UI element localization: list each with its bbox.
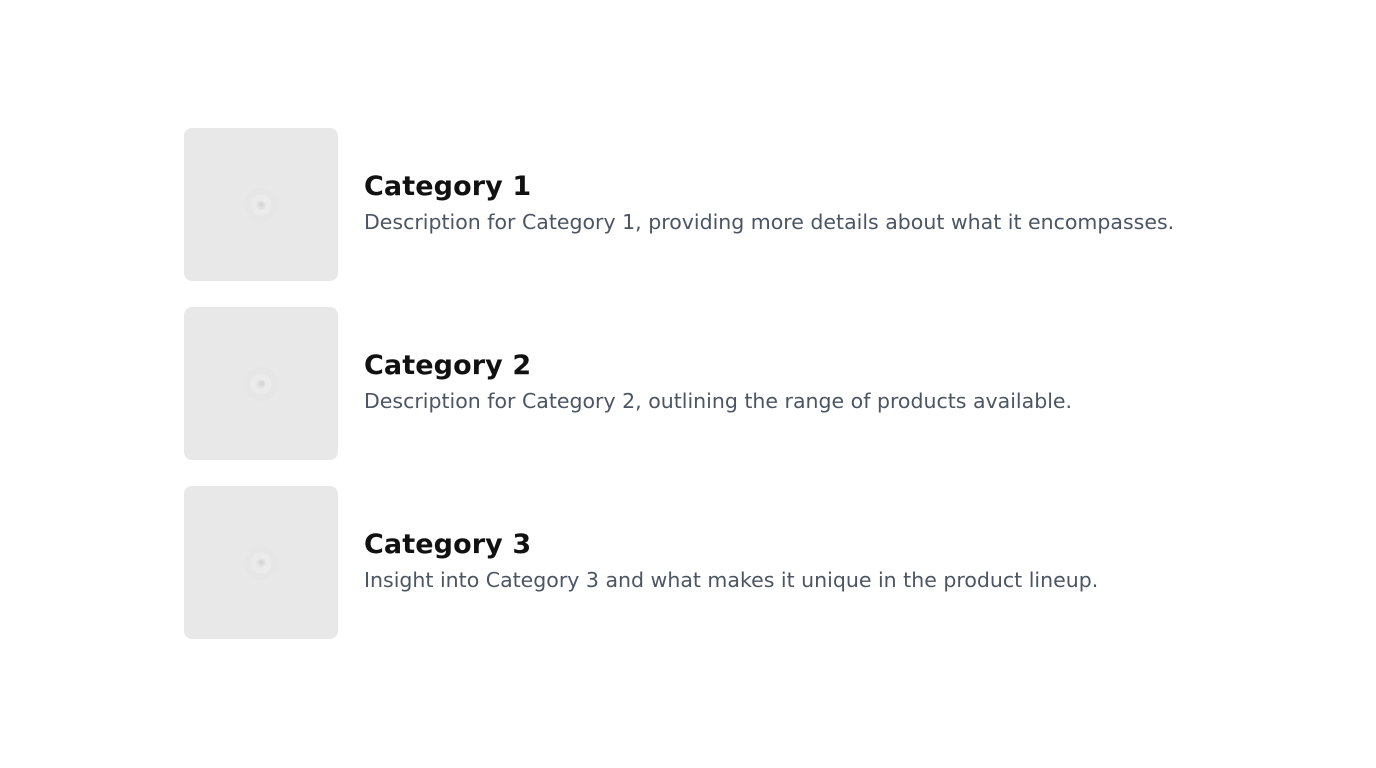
category-thumbnail [184,128,338,281]
category-description: Insight into Category 3 and what makes i… [364,568,1099,592]
category-description: Description for Category 1, providing mo… [364,210,1175,234]
category-thumbnail [184,486,338,639]
category-title: Category 3 [364,529,532,560]
category-thumbnail [184,307,338,460]
category-text: Category 3 Insight into Category 3 and w… [364,528,1098,594]
category-item-1[interactable]: Category 1 Description for Category 1, p… [184,128,1174,281]
image-placeholder-icon [244,366,278,401]
category-title: Category 1 [364,171,532,202]
category-text: Category 1 Description for Category 1, p… [364,170,1174,236]
category-list: Category 1 Description for Category 1, p… [184,128,1174,639]
page: Category 1 Description for Category 1, p… [0,0,1376,768]
category-description: Description for Category 2, outlining th… [364,389,1073,413]
category-text: Category 2 Description for Category 2, o… [364,349,1072,415]
image-placeholder-icon [244,545,278,580]
category-item-2[interactable]: Category 2 Description for Category 2, o… [184,307,1174,460]
category-title: Category 2 [364,350,532,381]
image-placeholder-icon [244,187,278,222]
category-item-3[interactable]: Category 3 Insight into Category 3 and w… [184,486,1174,639]
